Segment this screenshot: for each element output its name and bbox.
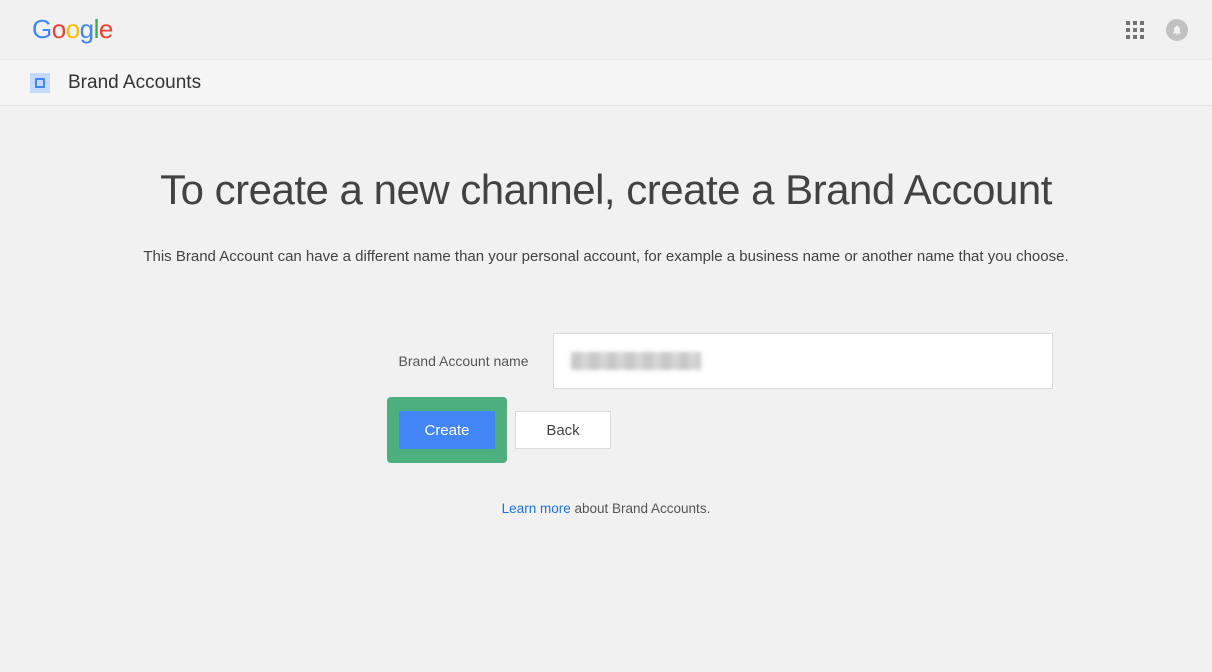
header: Google [0, 0, 1212, 60]
learn-more-row: Learn more about Brand Accounts. [0, 501, 1212, 516]
subheader-title: Brand Accounts [68, 72, 201, 94]
form-row: Brand Account name [0, 333, 1212, 389]
brand-accounts-icon [30, 73, 50, 93]
learn-more-suffix: about Brand Accounts. [571, 501, 711, 516]
create-button[interactable]: Create [399, 411, 495, 449]
google-logo[interactable]: Google [32, 14, 113, 45]
page-title: To create a new channel, create a Brand … [0, 166, 1212, 214]
subheader: Brand Accounts [0, 60, 1212, 106]
button-row: Create Back [393, 397, 1212, 463]
main-content: To create a new channel, create a Brand … [0, 106, 1212, 516]
brand-account-name-input[interactable] [553, 333, 1053, 389]
create-button-highlight: Create [387, 397, 507, 463]
apps-icon[interactable] [1126, 21, 1144, 39]
brand-account-name-label: Brand Account name [160, 353, 553, 369]
header-right [1126, 19, 1188, 41]
page-subtitle: This Brand Account can have a different … [0, 248, 1212, 265]
back-button[interactable]: Back [515, 411, 611, 449]
learn-more-link[interactable]: Learn more [502, 501, 571, 516]
notifications-icon[interactable] [1166, 19, 1188, 41]
